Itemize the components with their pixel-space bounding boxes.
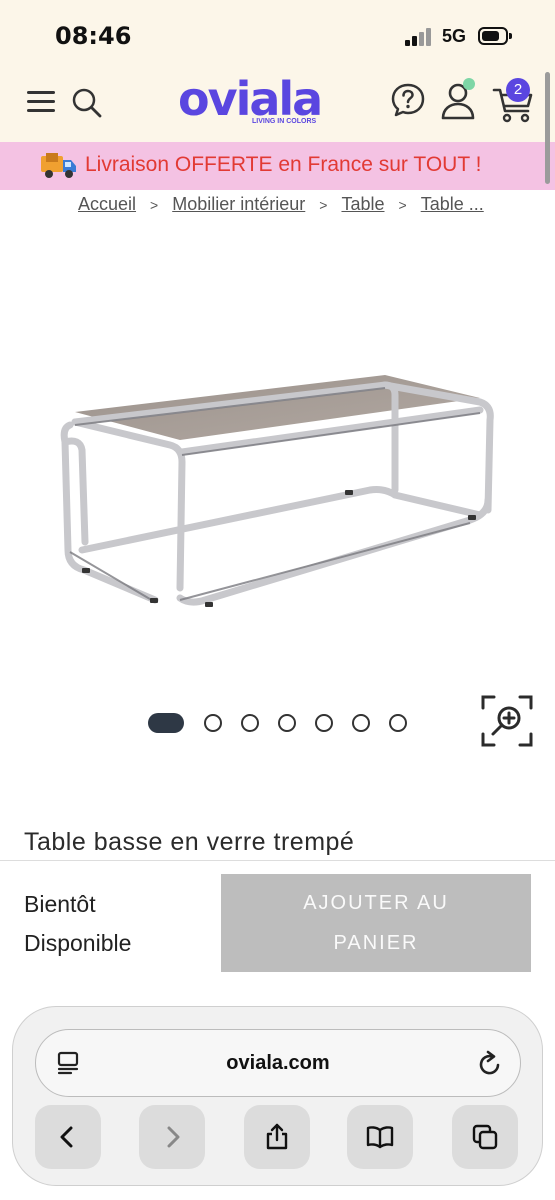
add-to-cart-label-1: AJOUTER AU xyxy=(303,892,449,914)
carousel-dot[interactable] xyxy=(389,714,407,732)
truck-icon xyxy=(41,153,76,178)
carousel-dot[interactable] xyxy=(278,714,296,732)
promo-banner[interactable]: Livraison OFFERTE en France sur TOUT ! xyxy=(0,142,555,190)
breadcrumb-separator: > xyxy=(319,197,328,213)
breadcrumb-separator: > xyxy=(150,197,159,213)
carousel-dot[interactable] xyxy=(315,714,333,732)
status-time: 08:46 xyxy=(55,22,132,50)
address-bar[interactable]: oviala.com xyxy=(35,1029,521,1097)
bookmarks-icon xyxy=(366,1126,394,1149)
status-bar: 08:46 5G xyxy=(0,0,555,72)
cart-count-badge: 2 xyxy=(506,78,530,102)
tabs-icon xyxy=(472,1124,498,1150)
share-button[interactable] xyxy=(244,1105,310,1169)
site-logo[interactable]: oviala LIVING IN COLORS xyxy=(178,72,328,134)
bookmarks-button[interactable] xyxy=(347,1105,413,1169)
signal-icon xyxy=(405,28,435,46)
add-to-cart-button[interactable]: AJOUTER AU PANIER xyxy=(221,874,531,972)
product-title: Table basse en verre trempé xyxy=(24,828,355,856)
breadcrumb: Accueil > Mobilier intérieur > Table > Table .… xyxy=(78,194,555,220)
promo-text: Livraison OFFERTE en France sur TOUT ! xyxy=(85,153,482,176)
search-icon[interactable] xyxy=(70,86,104,120)
share-icon xyxy=(266,1123,288,1150)
logo-tagline: LIVING IN COLORS xyxy=(252,118,317,125)
carousel-dot[interactable] xyxy=(352,714,370,732)
purchase-bar: Bientôt Disponible AJOUTER AU PANIER xyxy=(0,860,555,991)
scroll-indicator[interactable] xyxy=(545,72,550,184)
breadcrumb-current[interactable]: Table ... xyxy=(421,194,484,214)
back-icon xyxy=(60,1126,73,1148)
carousel-dot[interactable] xyxy=(241,714,259,732)
menu-icon[interactable] xyxy=(27,89,57,115)
availability-line1: Bientôt xyxy=(24,891,96,917)
breadcrumb-separator: > xyxy=(398,197,407,213)
battery-icon xyxy=(478,27,512,45)
availability-line2: Disponible xyxy=(24,930,132,956)
forward-button[interactable] xyxy=(139,1105,205,1169)
forward-icon xyxy=(167,1126,180,1148)
tabs-button[interactable] xyxy=(452,1105,518,1169)
breadcrumb-mobilier[interactable]: Mobilier intérieur xyxy=(172,194,305,214)
add-to-cart-label-2: PANIER xyxy=(333,932,419,954)
carousel-dot-active[interactable] xyxy=(148,713,184,733)
availability-status: Bientôt Disponible xyxy=(24,885,204,963)
url-text: oviala.com xyxy=(226,1052,330,1074)
zoom-icon[interactable] xyxy=(480,694,534,748)
network-label: 5G xyxy=(442,26,467,46)
breadcrumb-home[interactable]: Accueil xyxy=(78,194,136,214)
product-image[interactable] xyxy=(40,330,520,630)
help-icon[interactable] xyxy=(390,82,426,118)
carousel-dot[interactable] xyxy=(204,714,222,732)
browser-toolbar: oviala.com xyxy=(12,1006,543,1186)
breadcrumb-table[interactable]: Table xyxy=(341,194,384,214)
user-icon[interactable] xyxy=(440,78,480,122)
back-button[interactable] xyxy=(35,1105,101,1169)
reload-icon[interactable] xyxy=(476,1050,504,1078)
site-header: oviala LIVING IN COLORS 2 xyxy=(0,72,555,142)
